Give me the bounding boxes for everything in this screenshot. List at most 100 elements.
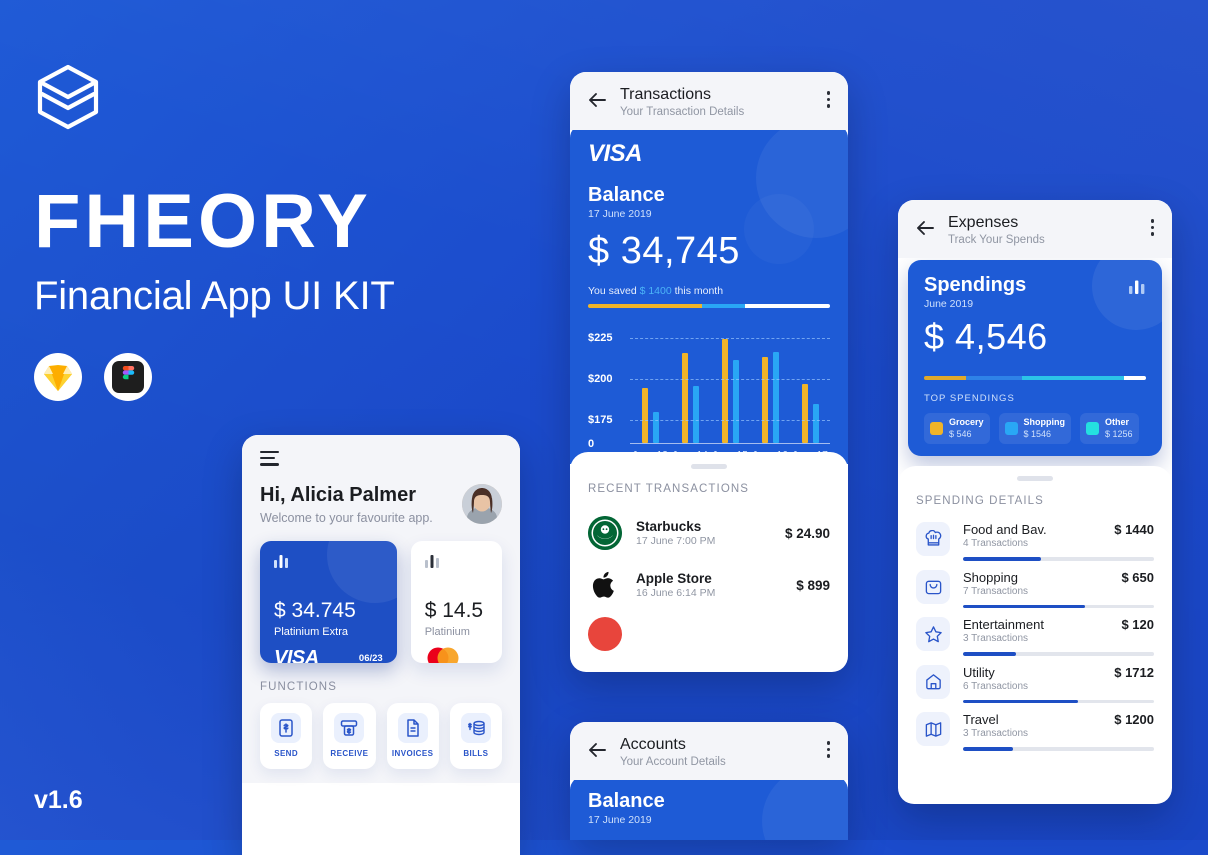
progress-segment <box>1021 376 1124 381</box>
home-icon <box>916 664 950 699</box>
section-title: SPENDING DETAILS <box>916 495 1044 508</box>
list-item[interactable]: Food and Bav. $ 1440 4 Transactions <box>916 513 1154 561</box>
table-row[interactable]: Apple Store 16 June 6:14 PM $ 899 <box>588 559 830 611</box>
list-item[interactable]: Shopping $ 650 7 Transactions <box>916 561 1154 609</box>
currency-symbol: $ <box>924 316 945 358</box>
mastercard-logo <box>425 647 461 663</box>
legend-item[interactable]: Shopping $ 1546 <box>998 413 1072 444</box>
kebab-menu-icon[interactable] <box>1150 219 1154 236</box>
spending-details-list: Food and Bav. $ 1440 4 Transactions Shoppin… <box>916 513 1154 751</box>
sheet-grabber[interactable] <box>691 464 727 470</box>
avatar[interactable] <box>462 483 502 524</box>
expense-progress <box>963 604 1154 609</box>
sheet-grabber[interactable] <box>1017 476 1053 482</box>
legend-swatch <box>1004 422 1018 436</box>
back-arrow-icon[interactable] <box>914 217 936 239</box>
table-row[interactable]: Starbucks 17 June 7:00 PM $ 24.90 <box>588 507 830 559</box>
bar-chart-icon <box>424 553 488 573</box>
chart-y-tick: $200 <box>588 372 613 385</box>
sketch-icon[interactable] <box>34 353 82 401</box>
legend-value: $ 546 <box>949 428 972 439</box>
function-bills[interactable]: BILLS <box>449 702 502 769</box>
expenses-phone: Expenses Track Your Spends Spendings Jun… <box>898 200 1172 804</box>
function-receive[interactable]: RECEIVE <box>323 702 376 769</box>
expense-name: Travel <box>963 712 999 728</box>
legend-item[interactable]: Grocery $ 546 <box>924 413 990 444</box>
transactions-phone: Transactions Your Transaction Details VI… <box>570 72 848 672</box>
transaction-name: Apple Store <box>636 571 712 587</box>
legend-label: Shopping <box>1023 417 1066 428</box>
legend-label: Other <box>1105 417 1130 428</box>
transaction-amount: $ 899 <box>796 577 830 593</box>
bills-coins-icon <box>460 713 491 744</box>
chart-bar <box>641 387 648 444</box>
top-spendings-title: TOP SPENDINGS <box>924 393 1015 405</box>
chart-bar <box>761 356 768 444</box>
stacked-layers-logo <box>34 62 102 154</box>
chart-gridline <box>630 378 830 380</box>
hamburger-menu-icon[interactable] <box>260 451 279 466</box>
balance-card[interactable]: VISA Balance 17 June 2019 $ 34,745 You s… <box>570 124 848 465</box>
legend-value: $ 1546 <box>1023 428 1052 439</box>
bank-card-mastercard[interactable]: $ 14.5 Platinium <box>410 540 502 663</box>
send-money-icon <box>271 713 302 744</box>
spendings-progress-bar <box>924 376 1146 381</box>
legend-item[interactable]: Other $ 1256 <box>1080 413 1139 444</box>
savings-value: $ 1400 <box>639 285 672 298</box>
kebab-menu-icon[interactable] <box>826 741 830 758</box>
spending-bar-chart: $225$200$1750 June 13June 14June 15June … <box>588 308 830 461</box>
chart-bar-group <box>801 326 819 444</box>
shopping-bag-icon <box>916 569 950 604</box>
transaction-time: 17 June 7:00 PM <box>636 535 716 548</box>
savings-note: You saved $ 1400 this month <box>588 285 830 297</box>
expense-name: Shopping <box>963 569 1018 585</box>
table-row-partial[interactable] <box>588 611 830 660</box>
chart-y-tick: $225 <box>588 331 613 344</box>
recent-transactions-sheet: RECENT TRANSACTIONS Starbucks 17 June 7:… <box>570 452 848 653</box>
chart-bar <box>801 384 808 444</box>
list-item[interactable]: Travel $ 1200 3 Transactions <box>916 703 1154 751</box>
expense-progress <box>963 652 1154 656</box>
transaction-amount: $ 24.90 <box>784 525 830 541</box>
screen-subtitle: Your Transaction Details <box>620 106 745 119</box>
card-type: Platinium <box>424 625 470 638</box>
progress-segment <box>966 376 1022 381</box>
expense-name: Entertainment <box>963 617 1044 633</box>
visa-logo: VISA <box>274 646 319 663</box>
expense-count: 6 Transactions <box>963 680 1029 692</box>
expense-progress <box>963 699 1154 704</box>
chart-bar-group <box>721 326 739 444</box>
card-type: Platinium Extra <box>274 625 348 638</box>
function-invoices[interactable]: INVOICES <box>386 702 439 769</box>
functions-title: FUNCTIONS <box>260 680 337 693</box>
progress-segment <box>1123 376 1146 381</box>
chart-bar-group <box>761 326 779 444</box>
list-item[interactable]: Entertainment $ 120 3 Transactions <box>916 608 1154 656</box>
legend-swatch <box>1086 422 1100 436</box>
chart-bar <box>681 353 688 444</box>
kebab-menu-icon[interactable] <box>826 91 830 108</box>
bank-card-visa[interactable]: $ 34.745 Platinium Extra VISA 06/23 <box>260 540 397 663</box>
figma-icon[interactable] <box>104 353 152 401</box>
spending-details-sheet: SPENDING DETAILS Food and Bav. $ 1440 4 Tr… <box>898 466 1172 751</box>
starbucks-logo <box>588 516 622 551</box>
back-arrow-icon[interactable] <box>586 739 608 761</box>
expense-amount: $ 120 <box>1121 617 1154 633</box>
progress-segment <box>924 376 967 381</box>
accounts-balance-card[interactable]: Balance 17 June 2019 <box>570 776 848 840</box>
back-arrow-icon[interactable] <box>586 89 608 111</box>
card-expiry: 06/23 <box>358 652 383 663</box>
chart-bar-group <box>681 326 699 444</box>
function-send[interactable]: SEND <box>260 702 313 769</box>
invoice-document-icon <box>397 713 428 744</box>
list-item[interactable]: Utility $ 1712 6 Transactions <box>916 656 1154 704</box>
expense-count: 3 Transactions <box>963 633 1029 645</box>
brand-block: FHEORY Financial App UI KIT <box>34 62 464 401</box>
spendings-card[interactable]: Spendings June 2019 $ 4,546 TOP SPENDING… <box>908 260 1162 457</box>
chart-bar <box>772 351 779 444</box>
brand-subtitle: Financial App UI KIT <box>34 274 395 318</box>
star-icon <box>916 617 950 652</box>
chef-hat-icon <box>916 522 950 557</box>
expense-count: 7 Transactions <box>963 585 1029 597</box>
card-carousel[interactable]: $ 34.745 Platinium Extra VISA 06/23 $ 14… <box>260 540 502 663</box>
